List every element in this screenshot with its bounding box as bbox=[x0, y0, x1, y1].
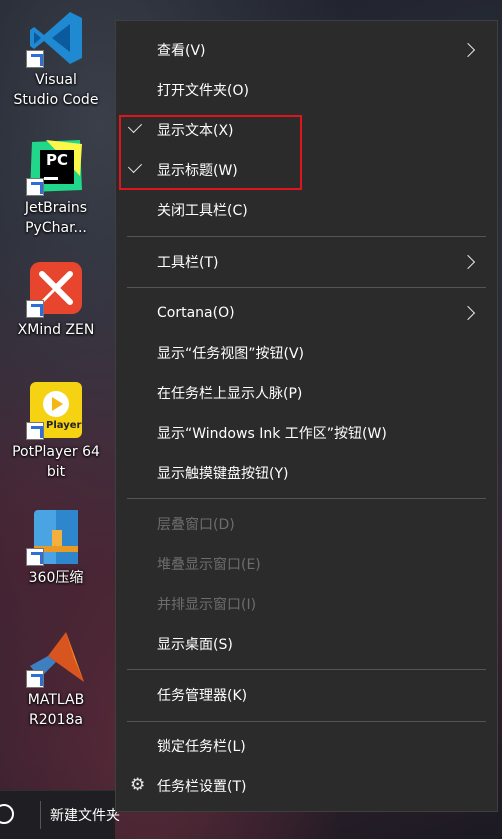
menu-item-label: Cortana(O) bbox=[157, 305, 235, 321]
shortcut-arrow-icon bbox=[26, 178, 44, 196]
menu-item-close-toolbar[interactable]: 关闭工具栏(C) bbox=[116, 190, 497, 230]
menu-item-touch-keyboard-button[interactable]: 显示触摸键盘按钮(Y) bbox=[116, 453, 497, 493]
menu-item-label: 打开文件夹(O) bbox=[157, 83, 249, 99]
desktop-icon-potplayer[interactable]: Player PotPlayer 64 bit bbox=[0, 380, 112, 482]
cortana-circle-icon[interactable] bbox=[0, 804, 14, 824]
menu-item-label: 层叠窗口(D) bbox=[157, 517, 235, 533]
shortcut-arrow-icon bbox=[26, 670, 44, 688]
menu-item-label: 在任务栏上显示人脉(P) bbox=[157, 386, 303, 402]
menu-item-label: 显示桌面(S) bbox=[157, 637, 233, 653]
vscode-icon bbox=[26, 8, 86, 68]
menu-item-show-title[interactable]: 显示标题(W) bbox=[116, 150, 497, 190]
chevron-right-icon bbox=[460, 254, 476, 270]
menu-item-toolbars[interactable]: 工具栏(T) bbox=[116, 242, 497, 282]
menu-item-taskbar-settings[interactable]: ⚙ 任务栏设置(T) bbox=[116, 766, 497, 806]
menu-separator bbox=[127, 669, 486, 670]
menu-item-side-by-side-windows: 并排显示窗口(I) bbox=[116, 584, 497, 624]
360zip-icon bbox=[26, 506, 86, 566]
menu-item-label: 并排显示窗口(I) bbox=[157, 597, 257, 613]
matlab-icon bbox=[26, 628, 86, 688]
potplayer-icon: Player bbox=[26, 380, 86, 440]
taskbar-context-menu: 查看(V) 打开文件夹(O) 显示文本(X) 显示标题(W) 关闭工具栏(C) … bbox=[115, 20, 498, 812]
menu-separator bbox=[127, 287, 486, 288]
checkmark-icon bbox=[127, 158, 143, 174]
chevron-right-icon bbox=[460, 42, 476, 58]
menu-item-label: 工具栏(T) bbox=[157, 255, 219, 271]
taskbar-divider bbox=[40, 801, 41, 829]
menu-item-show-text[interactable]: 显示文本(X) bbox=[116, 110, 497, 150]
menu-item-cortana[interactable]: Cortana(O) bbox=[116, 293, 497, 333]
pycharm-icon: PC bbox=[26, 136, 86, 196]
menu-item-show-desktop[interactable]: 显示桌面(S) bbox=[116, 624, 497, 664]
chevron-right-icon bbox=[460, 305, 476, 321]
shortcut-arrow-icon bbox=[26, 548, 44, 566]
desktop-icon-vscode[interactable]: Visual Studio Code bbox=[0, 8, 112, 110]
gear-icon: ⚙ bbox=[130, 775, 146, 795]
desktop-icon-label: PotPlayer 64 bit bbox=[12, 444, 100, 480]
desktop-icon-label: 360压缩 bbox=[28, 570, 84, 586]
menu-item-label: 显示触摸键盘按钮(Y) bbox=[157, 466, 289, 482]
toolbar-new-folder-label[interactable]: 新建文件夹 bbox=[50, 805, 120, 825]
desktop-icon-matlab[interactable]: MATLAB R2018a bbox=[0, 628, 112, 730]
menu-item-cascade-windows: 层叠窗口(D) bbox=[116, 504, 497, 544]
potplayer-badge: Player bbox=[46, 420, 82, 431]
menu-item-stack-windows: 堆叠显示窗口(E) bbox=[116, 544, 497, 584]
menu-item-open-folder[interactable]: 打开文件夹(O) bbox=[116, 70, 497, 110]
taskbar[interactable]: 新建文件夹 bbox=[0, 790, 120, 839]
menu-item-label: 任务栏设置(T) bbox=[157, 779, 247, 795]
shortcut-arrow-icon bbox=[26, 50, 44, 68]
menu-separator bbox=[127, 236, 486, 237]
xmind-icon bbox=[26, 258, 86, 318]
shortcut-arrow-icon bbox=[26, 422, 44, 440]
menu-separator bbox=[127, 498, 486, 499]
pycharm-badge: PC bbox=[46, 151, 69, 169]
desktop-icon-xmind[interactable]: XMind ZEN bbox=[0, 258, 112, 340]
desktop-icon-label: Visual Studio Code bbox=[13, 72, 99, 108]
desktop-icon-360zip[interactable]: 360压缩 bbox=[0, 506, 112, 588]
menu-item-label: 显示“任务视图”按钮(V) bbox=[157, 346, 305, 362]
menu-item-label: 关闭工具栏(C) bbox=[157, 203, 248, 219]
checkmark-icon bbox=[127, 118, 143, 134]
shortcut-arrow-icon bbox=[26, 300, 44, 318]
menu-item-label: 任务管理器(K) bbox=[157, 688, 248, 704]
menu-item-label: 显示标题(W) bbox=[157, 163, 238, 179]
menu-item-label: 显示“Windows Ink 工作区”按钮(W) bbox=[157, 426, 387, 442]
menu-item-show-people[interactable]: 在任务栏上显示人脉(P) bbox=[116, 373, 497, 413]
menu-item-task-manager[interactable]: 任务管理器(K) bbox=[116, 675, 497, 715]
menu-item-label: 堆叠显示窗口(E) bbox=[157, 557, 261, 573]
menu-item-lock-taskbar[interactable]: 锁定任务栏(L) bbox=[116, 726, 497, 766]
menu-item-label: 查看(V) bbox=[157, 43, 206, 59]
menu-separator bbox=[127, 721, 486, 722]
menu-item-label: 显示文本(X) bbox=[157, 123, 234, 139]
desktop-icon-pycharm[interactable]: PC JetBrains PyChar... bbox=[0, 136, 112, 238]
desktop-icon-label: JetBrains PyChar... bbox=[24, 200, 88, 236]
menu-item-windows-ink-button[interactable]: 显示“Windows Ink 工作区”按钮(W) bbox=[116, 413, 497, 453]
menu-item-label: 锁定任务栏(L) bbox=[157, 739, 246, 755]
menu-item-view[interactable]: 查看(V) bbox=[116, 30, 497, 70]
desktop-icon-label: MATLAB R2018a bbox=[27, 692, 85, 728]
menu-item-task-view-button[interactable]: 显示“任务视图”按钮(V) bbox=[116, 333, 497, 373]
desktop-icon-label: XMind ZEN bbox=[17, 322, 95, 338]
